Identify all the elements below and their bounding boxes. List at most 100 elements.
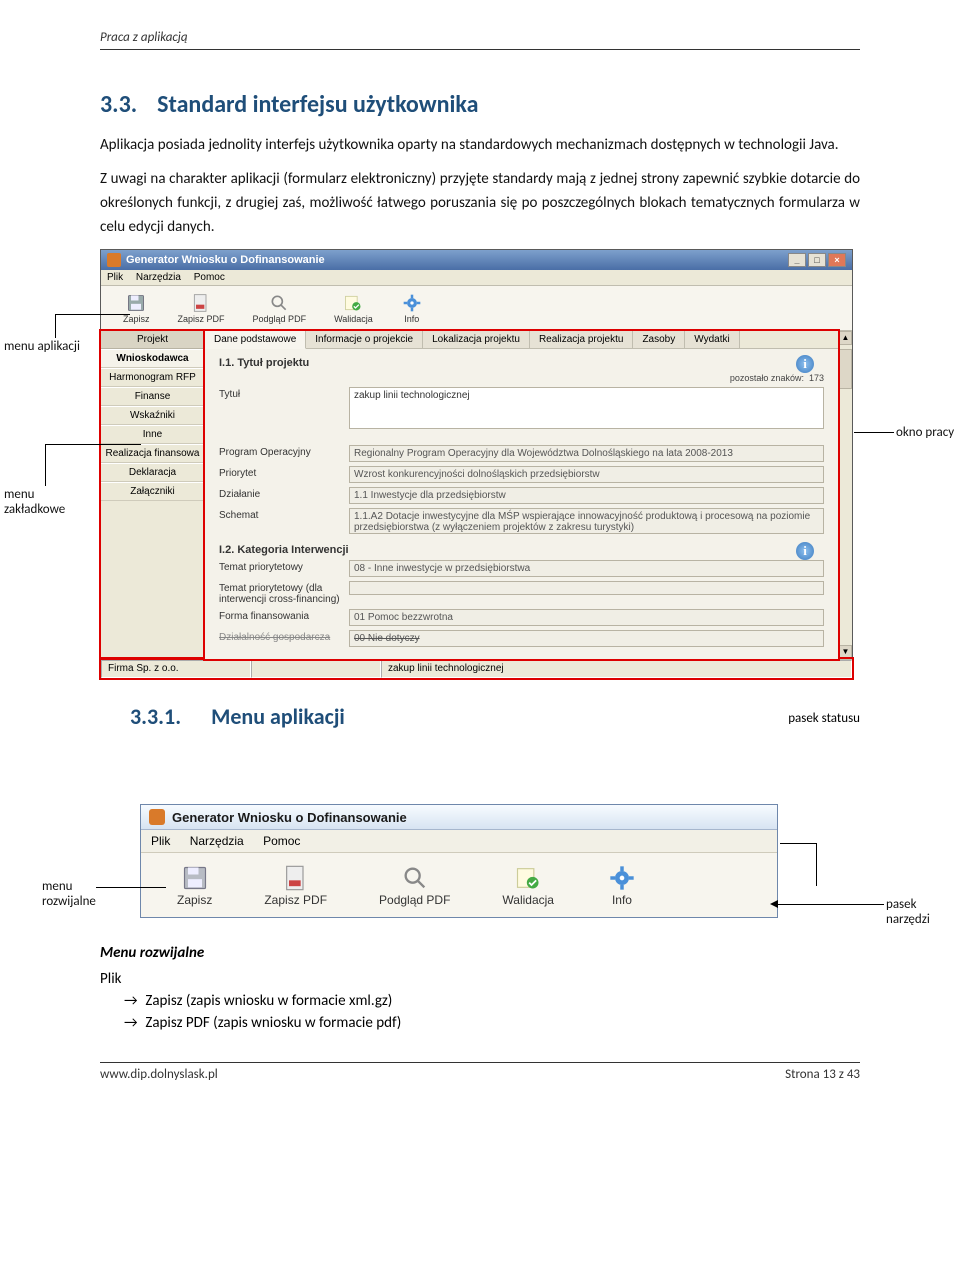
remaining-chars: pozostało znaków: 173 bbox=[219, 373, 824, 383]
label-dzialanie: Działanie bbox=[219, 487, 349, 500]
heading-number: 3.3.1. bbox=[130, 703, 181, 730]
info-icon[interactable]: i bbox=[796, 542, 814, 560]
window-title: Generator Wniosku o Dofinansowanie bbox=[172, 810, 407, 825]
work-area: Dane podstawowe Informacje o projekcie L… bbox=[205, 331, 838, 659]
field-schemat: 1.1.A2 Dotacje inwestycyjne dla MŚP wspi… bbox=[349, 508, 824, 534]
sidebar-item-wskazniki[interactable]: Wskaźniki bbox=[101, 406, 204, 425]
label-plik: Plik bbox=[100, 970, 860, 988]
list-item: → Zapisz PDF (zapis wniosku w formacie p… bbox=[124, 1014, 860, 1032]
input-tytul[interactable]: zakup linii technologicznej bbox=[349, 387, 824, 429]
tab-wydatki[interactable]: Wydatki bbox=[685, 331, 739, 348]
sidebar-item-harmonogram[interactable]: Harmonogram RFP bbox=[101, 368, 204, 387]
scroll-down-icon[interactable]: ▼ bbox=[839, 645, 852, 659]
app-icon bbox=[107, 253, 121, 267]
status-tytul: zakup linii technologicznej bbox=[381, 660, 852, 678]
validate-icon bbox=[512, 863, 544, 893]
app-toolbar: Zapisz Zapisz PDF Podgląd PDF Walidacja … bbox=[141, 853, 777, 917]
section-title-2: I.2. Kategoria Interwencji bbox=[219, 544, 824, 556]
save-icon bbox=[179, 863, 211, 893]
tab-bar: Dane podstawowe Informacje o projekcie L… bbox=[205, 331, 838, 349]
toolbar-podglad-pdf[interactable]: Podgląd PDF bbox=[239, 290, 321, 326]
sidebar-item-deklaracja[interactable]: Deklaracja bbox=[101, 463, 204, 482]
tab-dane-podstawowe[interactable]: Dane podstawowe bbox=[205, 331, 306, 349]
window-titlebar: Generator Wniosku o Dofinansowanie _ □ × bbox=[101, 250, 852, 270]
menu-pomoc[interactable]: Pomoc bbox=[263, 834, 300, 848]
heading-number: 3.3. bbox=[100, 90, 137, 119]
save-pdf-icon bbox=[280, 863, 312, 893]
menu-plik[interactable]: Plik bbox=[107, 272, 123, 283]
screenshot-app-window: Generator Wniosku o Dofinansowanie _ □ ×… bbox=[100, 249, 853, 679]
label-tytul: Tytuł bbox=[219, 387, 349, 400]
gear-icon bbox=[606, 863, 638, 893]
field-program: Regionalny Program Operacyjny dla Wojewó… bbox=[349, 445, 824, 462]
paragraph-2: Z uwagi na charakter aplikacji (formular… bbox=[100, 167, 860, 239]
toolbar-walidacja[interactable]: Walidacja bbox=[320, 290, 387, 326]
window-title: Generator Wniosku o Dofinansowanie bbox=[126, 254, 325, 266]
sidebar-item-zalaczniki[interactable]: Załączniki bbox=[101, 482, 204, 501]
callout-pasek-statusu: pasek statusu bbox=[788, 679, 860, 744]
toolbar-zapisz-pdf[interactable]: Zapisz PDF bbox=[238, 859, 353, 911]
sidebar-item-realizacja[interactable]: Realizacja finansowa bbox=[101, 444, 204, 463]
callout-okno-pracy: okno pracy bbox=[896, 425, 954, 440]
heading-text: Standard interfejsu użytkownika bbox=[157, 90, 478, 119]
footer-url: www.dip.dolnyslask.pl bbox=[100, 1067, 218, 1082]
sidebar-item-finanse[interactable]: Finanse bbox=[101, 387, 204, 406]
toolbar-zapisz[interactable]: Zapisz bbox=[109, 290, 164, 326]
scroll-thumb[interactable] bbox=[839, 349, 852, 389]
status-bar: Firma Sp. z o.o. zakup linii technologic… bbox=[101, 659, 852, 678]
scrollbar[interactable]: ▲ ▼ bbox=[838, 331, 852, 659]
close-button[interactable]: × bbox=[828, 253, 846, 267]
status-mid bbox=[251, 660, 381, 678]
validate-icon bbox=[342, 292, 364, 314]
label-forma: Forma finansowania bbox=[219, 609, 349, 622]
footer-page: Strona 13 z 43 bbox=[785, 1067, 860, 1082]
screenshot-menubar-detail: Generator Wniosku o Dofinansowanie Plik … bbox=[140, 804, 778, 918]
tab-informacje[interactable]: Informacje o projekcie bbox=[306, 331, 423, 348]
tab-lokalizacja[interactable]: Lokalizacja projektu bbox=[423, 331, 530, 348]
field-priorytet: Wzrost konkurencyjności dolnośląskich pr… bbox=[349, 466, 824, 483]
toolbar-zapisz-pdf[interactable]: Zapisz PDF bbox=[164, 290, 239, 326]
field-dzialalnosc: 00 Nie dotyczy bbox=[349, 630, 824, 647]
status-firma: Firma Sp. z o.o. bbox=[101, 660, 251, 678]
sidebar-item-wnioskodawca[interactable]: Wnioskodawca bbox=[101, 349, 204, 368]
menu-pomoc[interactable]: Pomoc bbox=[194, 272, 225, 283]
maximize-button[interactable]: □ bbox=[808, 253, 826, 267]
window-titlebar: Generator Wniosku o Dofinansowanie bbox=[141, 805, 777, 830]
label-program: Program Operacyjny bbox=[219, 445, 349, 458]
heading-text: Menu aplikacji bbox=[211, 703, 345, 730]
minimize-button[interactable]: _ bbox=[788, 253, 806, 267]
save-icon bbox=[125, 292, 147, 314]
toolbar-walidacja[interactable]: Walidacja bbox=[476, 859, 580, 911]
field-dzialanie: 1.1 Inwestycje dla przedsiębiorstw bbox=[349, 487, 824, 504]
menu-narzedzia[interactable]: Narzędzia bbox=[136, 272, 181, 283]
gear-icon bbox=[401, 292, 423, 314]
callout-menu-aplikacji: menu aplikacji bbox=[4, 339, 80, 354]
label-schemat: Schemat bbox=[219, 508, 349, 521]
menu-plik[interactable]: Plik bbox=[151, 834, 170, 848]
paragraph-1: Aplikacja posiada jednolity interfejs uż… bbox=[100, 133, 860, 157]
app-icon bbox=[149, 809, 165, 825]
info-icon[interactable]: i bbox=[796, 355, 814, 373]
callout-menu-zakladkowe: menu zakładkowe bbox=[4, 487, 65, 517]
preview-icon bbox=[268, 292, 290, 314]
scroll-up-icon[interactable]: ▲ bbox=[839, 331, 852, 345]
arrow-icon: → bbox=[124, 1014, 142, 1032]
toolbar-zapisz[interactable]: Zapisz bbox=[151, 859, 238, 911]
toolbar-podglad-pdf[interactable]: Podgląd PDF bbox=[353, 859, 476, 911]
label-temat: Temat priorytetowy bbox=[219, 560, 349, 573]
label-priorytet: Priorytet bbox=[219, 466, 349, 479]
running-title: Praca z aplikacją bbox=[100, 30, 188, 45]
toolbar-info[interactable]: Info bbox=[580, 859, 664, 911]
sidebar-header: Projekt bbox=[101, 331, 204, 349]
callout-pasek-narzedzi: pasek narzędzi bbox=[886, 897, 930, 927]
section-title-1: I.1. Tytuł projektu bbox=[219, 357, 824, 369]
field-forma: 01 Pomoc bezzwrotna bbox=[349, 609, 824, 626]
sidebar-item-inne[interactable]: Inne bbox=[101, 425, 204, 444]
running-header: Praca z aplikacją bbox=[100, 30, 860, 50]
save-pdf-icon bbox=[190, 292, 212, 314]
tab-realizacja[interactable]: Realizacja projektu bbox=[530, 331, 634, 348]
heading-3-3: 3.3. Standard interfejsu użytkownika bbox=[100, 90, 860, 119]
tab-zasoby[interactable]: Zasoby bbox=[633, 331, 685, 348]
menu-narzedzia[interactable]: Narzędzia bbox=[190, 834, 244, 848]
toolbar-info[interactable]: Info bbox=[387, 290, 437, 326]
